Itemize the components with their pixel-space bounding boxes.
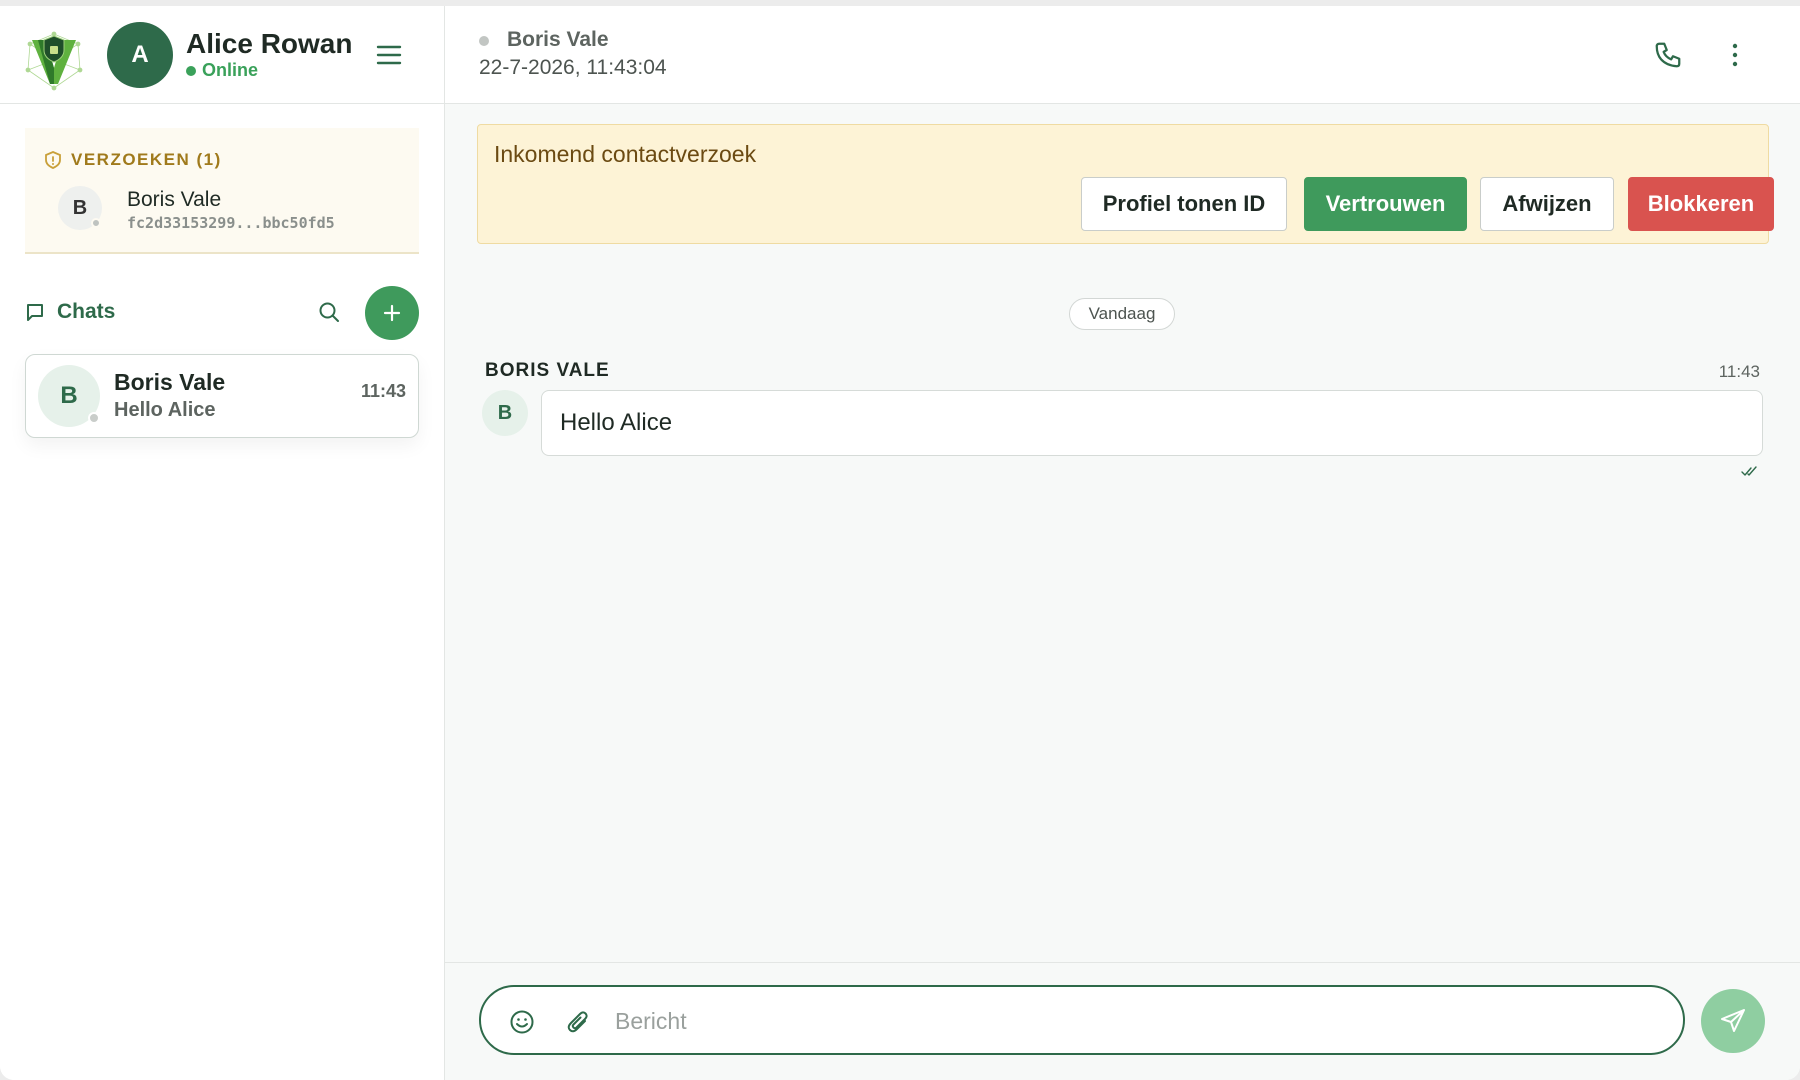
user-avatar[interactable]: A	[107, 22, 173, 88]
request-id: fc2d33153299...bbc50fd5	[127, 214, 335, 232]
request-avatar: B	[58, 186, 102, 230]
trust-button[interactable]: Vertrouwen	[1304, 177, 1467, 231]
menu-icon[interactable]	[376, 44, 402, 66]
requests-section: VERZOEKEN (1) B Boris Vale fc2d33153299.…	[25, 128, 419, 254]
chat-avatar-initial: B	[60, 382, 78, 409]
online-dot	[186, 65, 196, 76]
chat-avatar: B	[38, 365, 100, 427]
message-avatar: B	[482, 390, 528, 436]
user-status: Online	[186, 60, 258, 81]
message-time: 11:43	[1718, 362, 1760, 381]
search-icon[interactable]	[317, 300, 341, 324]
sidebar-header: A Alice Rowan Online	[0, 6, 445, 104]
send-button[interactable]	[1701, 989, 1765, 1053]
double-check-icon	[1741, 466, 1757, 476]
shield-icon	[45, 151, 61, 169]
chats-header: Chats	[25, 286, 419, 340]
show-profile-button[interactable]: Profiel tonen ID	[1081, 177, 1287, 231]
block-button[interactable]: Blokkeren	[1628, 177, 1774, 231]
peer-name: Boris Vale	[507, 28, 609, 51]
peer-timestamp: 22-7-2026, 11:43:04	[479, 56, 667, 79]
request-avatar-initial: B	[72, 196, 88, 219]
message-text: Hello Alice	[560, 409, 673, 436]
message-input[interactable]	[615, 1001, 1655, 1041]
user-status-label: Online	[202, 60, 259, 80]
request-name: Boris Vale	[127, 188, 222, 211]
chat-time: 11:43	[360, 381, 406, 401]
sidebar: A Alice Rowan Online VERZOEKEN (1) B Bor…	[0, 6, 445, 1080]
message-bubble[interactable]: Hello Alice	[541, 390, 1763, 456]
composer	[479, 985, 1685, 1055]
contact-request-banner: Inkomend contactverzoek Profiel tonen ID…	[477, 124, 1774, 244]
phone-icon[interactable]	[1653, 40, 1683, 70]
emoji-icon[interactable]	[509, 1009, 535, 1035]
chat-preview: Hello Alice	[114, 399, 216, 421]
paperclip-icon[interactable]	[565, 1009, 591, 1035]
offline-dot	[91, 218, 101, 228]
user-name: Alice Rowan	[186, 28, 353, 59]
requests-title: VERZOEKEN (1)	[45, 150, 222, 170]
chats-title-label: Chats	[57, 300, 116, 323]
logo-icon	[25, 31, 83, 91]
peer-status-dot	[479, 36, 489, 46]
requests-title-label: VERZOEKEN (1)	[71, 150, 222, 169]
conversation-header: Boris Vale 22-7-2026, 11:43:04	[445, 6, 1800, 104]
new-chat-button[interactable]	[365, 286, 419, 340]
reject-button[interactable]: Afwijzen	[1480, 177, 1614, 231]
conversation-panel: Boris Vale 22-7-2026, 11:43:04 Inkomend …	[445, 6, 1800, 1080]
day-separator: Vandaag	[1069, 298, 1175, 330]
more-vertical-icon[interactable]	[1725, 40, 1745, 70]
banner-title: Inkomend contactverzoek	[494, 141, 757, 167]
app-window: A Alice Rowan Online VERZOEKEN (1) B Bor…	[0, 6, 1800, 1080]
chat-bubble-icon	[27, 304, 43, 321]
send-icon	[1721, 1009, 1745, 1032]
composer-bar	[445, 962, 1800, 1080]
message-sender: BORIS VALE	[485, 360, 610, 381]
offline-dot	[88, 412, 100, 424]
request-item[interactable]: B Boris Vale fc2d33153299...bbc50fd5	[25, 176, 419, 240]
chat-list-item[interactable]: B Boris Vale Hello Alice 11:43	[25, 354, 419, 438]
plus-icon	[383, 304, 401, 322]
chats-title: Chats	[25, 300, 115, 324]
chat-name: Boris Vale	[114, 369, 226, 395]
